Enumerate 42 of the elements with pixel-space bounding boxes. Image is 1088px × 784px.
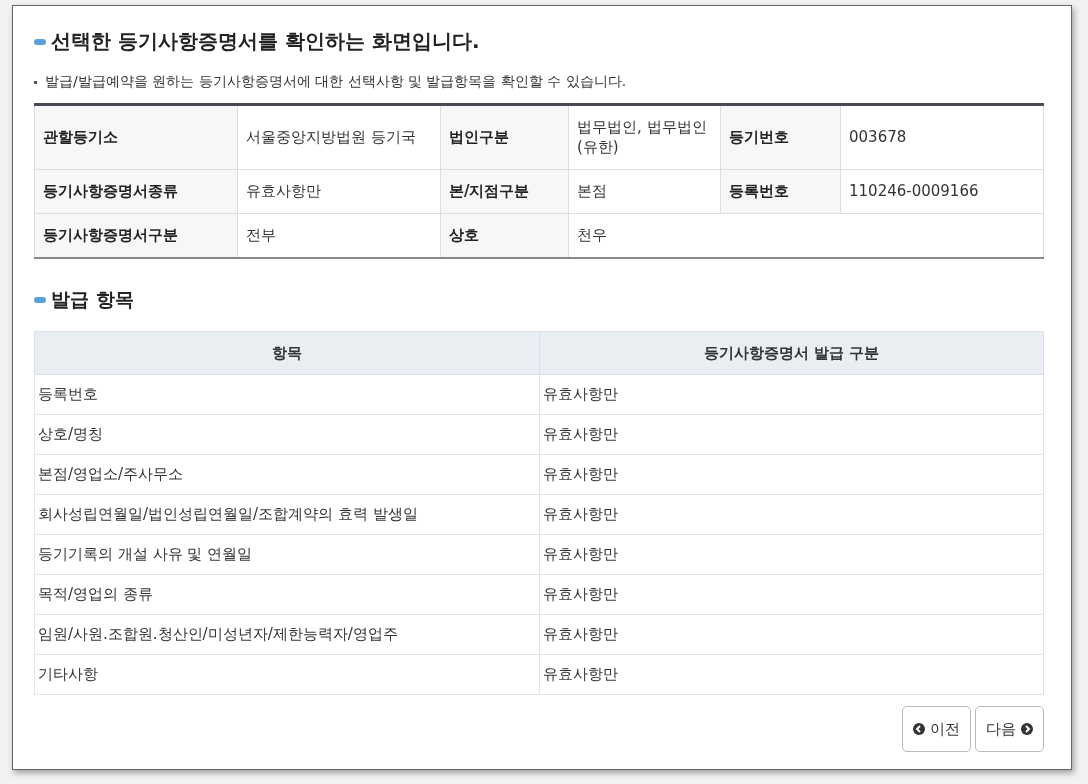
info-value: 법무법인, 법무법인(유한) bbox=[568, 104, 721, 170]
description-text: 발급/발급예약을 원하는 등기사항증명서에 대한 선택사항 및 발급항목을 확인할 수 있습니다. bbox=[45, 73, 627, 91]
table-cell: 회사성립연월일/법인성립연월일/조합계약의 효력 발생일 bbox=[34, 494, 539, 535]
table-cell: 유효사항만 bbox=[539, 374, 1044, 415]
table-cell: 유효사항만 bbox=[539, 454, 1044, 495]
column-header: 등기사항증명서 발급 구분 bbox=[539, 331, 1044, 375]
table-cell: 등기기록의 개설 사유 및 연월일 bbox=[34, 534, 539, 575]
info-value: 본점 bbox=[568, 169, 721, 214]
table-cell: 유효사항만 bbox=[539, 414, 1044, 455]
square-bullet-icon bbox=[34, 80, 37, 84]
info-label: 본/지점구분 bbox=[440, 169, 569, 214]
table-cell: 상호/명칭 bbox=[34, 414, 539, 455]
section-title: 발급 항목 bbox=[51, 287, 134, 312]
info-value: 서울중앙지방법원 등기국 bbox=[237, 104, 441, 170]
info-value: 003678 bbox=[840, 104, 1044, 170]
info-value: 110246-0009166 bbox=[840, 169, 1044, 214]
left-arrow-circle-icon bbox=[913, 723, 925, 735]
table-cell: 유효사항만 bbox=[539, 494, 1044, 535]
info-label: 등기번호 bbox=[720, 104, 841, 170]
info-label: 법인구분 bbox=[440, 104, 569, 170]
right-arrow-circle-icon bbox=[1021, 723, 1033, 735]
bullet-icon bbox=[34, 297, 46, 303]
table-cell: 임원/사원.조합원.청산인/미성년자/제한능력자/영업주 bbox=[34, 614, 539, 655]
info-label: 등기사항증명서구분 bbox=[34, 213, 238, 258]
info-label: 상호 bbox=[440, 213, 569, 258]
table-cell: 본점/영업소/주사무소 bbox=[34, 454, 539, 495]
page-title: 선택한 등기사항증명서를 확인하는 화면입니다. bbox=[51, 28, 480, 55]
info-label: 관할등기소 bbox=[34, 104, 238, 170]
info-value: 유효사항만 bbox=[237, 169, 441, 214]
info-label: 등록번호 bbox=[720, 169, 841, 214]
info-label: 등기사항증명서종류 bbox=[34, 169, 238, 214]
table-cell: 유효사항만 bbox=[539, 574, 1044, 615]
table-cell: 유효사항만 bbox=[539, 654, 1044, 695]
previous-button[interactable]: 이전 bbox=[902, 706, 971, 752]
table-cell: 기타사항 bbox=[34, 654, 539, 695]
table-cell: 목적/영업의 종류 bbox=[34, 574, 539, 615]
table-cell: 등록번호 bbox=[34, 374, 539, 415]
table-cell: 유효사항만 bbox=[539, 614, 1044, 655]
next-button[interactable]: 다음 bbox=[975, 706, 1044, 752]
column-header: 항목 bbox=[34, 331, 539, 375]
bullet-icon bbox=[34, 38, 46, 45]
table-cell: 유효사항만 bbox=[539, 534, 1044, 575]
